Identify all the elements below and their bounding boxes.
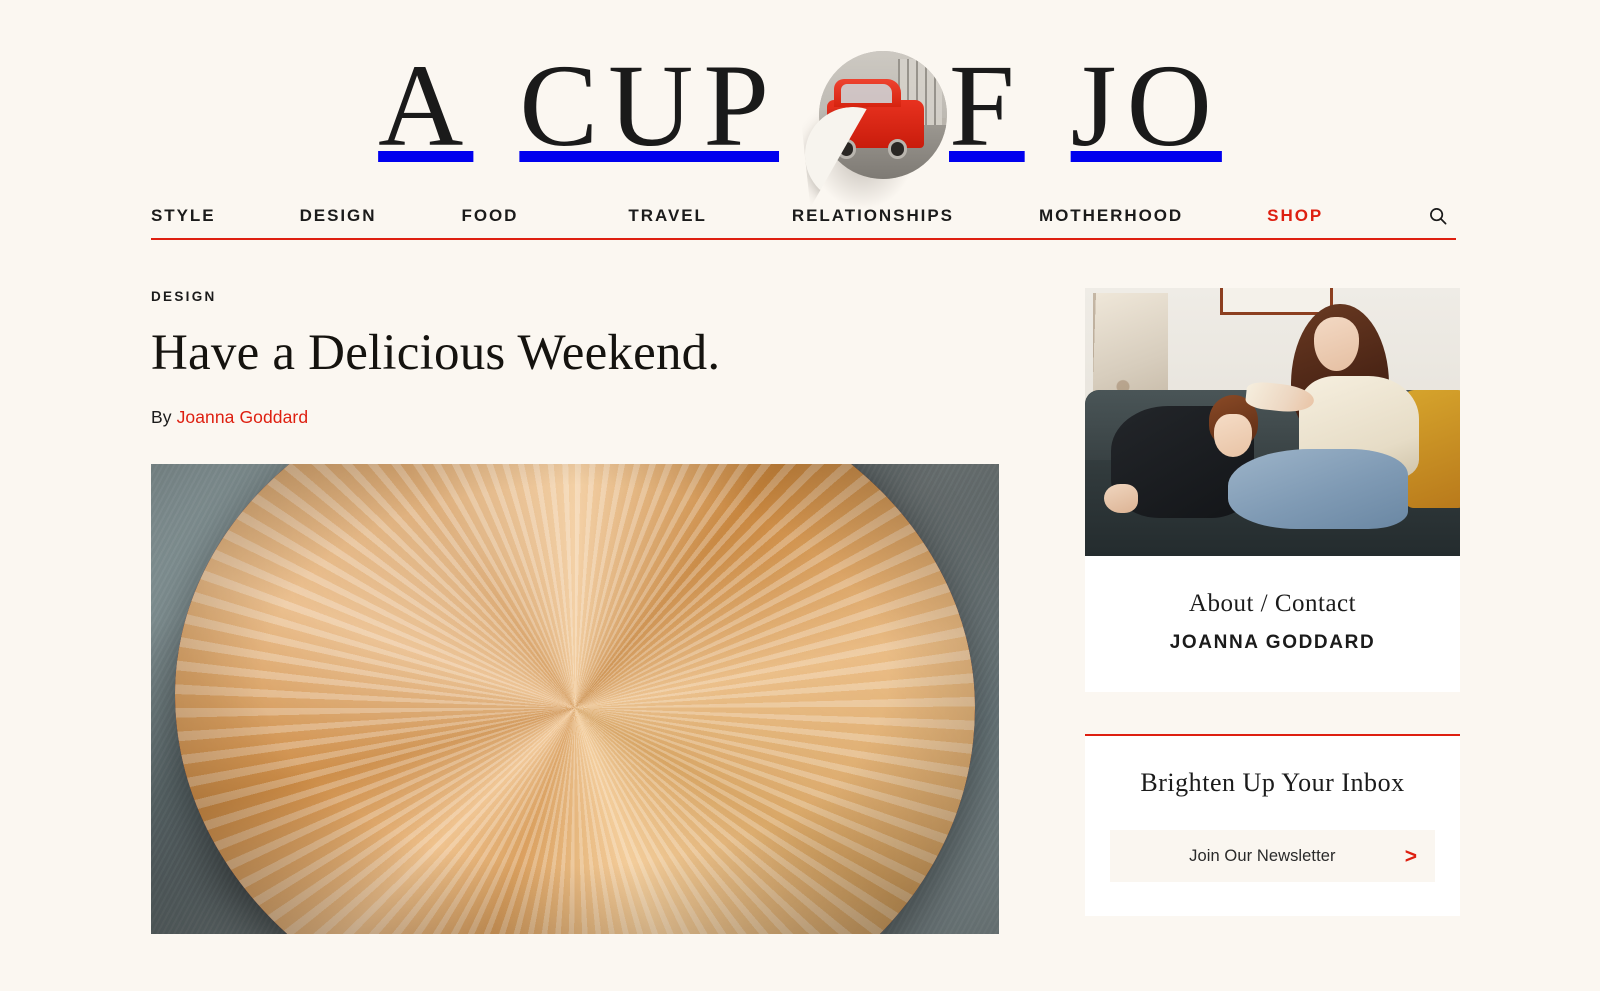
newsletter-card: Brighten Up Your Inbox >: [1085, 734, 1460, 916]
page-body: DESIGN Have a Delicious Weekend. By Joan…: [144, 288, 1460, 935]
about-card: About / Contact JOANNA GODDARD: [1085, 288, 1460, 692]
red-car-photo: [819, 51, 948, 211]
site-logo-text: A CUP F JO: [378, 40, 1222, 211]
nav-item-design[interactable]: DESIGN: [300, 206, 377, 226]
page-title: Have a Delicious Weekend.: [151, 325, 721, 381]
site-header: A CUP F JO: [0, 0, 1600, 211]
logo-word-cup: CUP: [519, 40, 780, 171]
photo-woman-foot: [1103, 483, 1138, 514]
newsletter-submit-button[interactable]: >: [1397, 846, 1419, 867]
photo-car-window: [840, 84, 892, 104]
newsletter-card-body: Brighten Up Your Inbox >: [1085, 736, 1460, 916]
post-category-label[interactable]: DESIGN: [151, 289, 217, 304]
photo-picture-frame: [1220, 288, 1333, 315]
hero-image[interactable]: [151, 464, 999, 935]
nav-item-food[interactable]: FOOD: [461, 206, 518, 226]
nav-item-relationships[interactable]: RELATIONSHIPS: [792, 206, 954, 226]
byline-prefix: By: [151, 407, 172, 428]
article-column: DESIGN Have a Delicious Weekend. By Joan…: [151, 288, 999, 935]
nav-item-travel[interactable]: TRAVEL: [628, 206, 706, 226]
galette-pastry: [175, 464, 975, 935]
primary-nav: STYLE DESIGN FOOD TRAVEL RELATIONSHIPS M…: [151, 194, 1456, 240]
primary-nav-wrapper: STYLE DESIGN FOOD TRAVEL RELATIONSHIPS M…: [144, 194, 1456, 240]
crust-sugar-texture: [175, 464, 975, 935]
nav-item-list: STYLE DESIGN FOOD TRAVEL RELATIONSHIPS M…: [151, 206, 1424, 226]
logo-word-jo: JO: [1070, 40, 1222, 171]
nav-item-motherhood[interactable]: MOTHERHOOD: [1039, 206, 1183, 226]
byline-author-link[interactable]: Joanna Goddard: [177, 407, 309, 427]
logo-word-a: A: [378, 40, 474, 171]
search-icon[interactable]: [1424, 202, 1452, 230]
about-contact-link[interactable]: About / Contact: [1105, 590, 1440, 618]
site-logo[interactable]: A CUP F JO: [378, 36, 1222, 211]
byline: By Joanna Goddard: [151, 407, 999, 428]
logo-letter-f: F: [949, 40, 1025, 171]
newsletter-heading: Brighten Up Your Inbox: [1140, 768, 1405, 797]
photo-car-wheel: [888, 139, 908, 159]
about-card-body: About / Contact JOANNA GODDARD: [1085, 556, 1460, 692]
nav-item-shop[interactable]: SHOP: [1267, 206, 1323, 226]
newsletter-email-input[interactable]: [1128, 846, 1397, 866]
photo-child-face: [1214, 413, 1252, 457]
nav-item-style[interactable]: STYLE: [151, 206, 216, 226]
sidebar: About / Contact JOANNA GODDARD Brighten …: [1085, 288, 1460, 934]
photo-woman-jeans: [1227, 448, 1408, 530]
newsletter-form[interactable]: >: [1110, 830, 1435, 882]
joanna-goddard-with-child-on-sofa-photo: [1085, 288, 1460, 556]
about-author-name: JOANNA GODDARD: [1169, 632, 1376, 653]
